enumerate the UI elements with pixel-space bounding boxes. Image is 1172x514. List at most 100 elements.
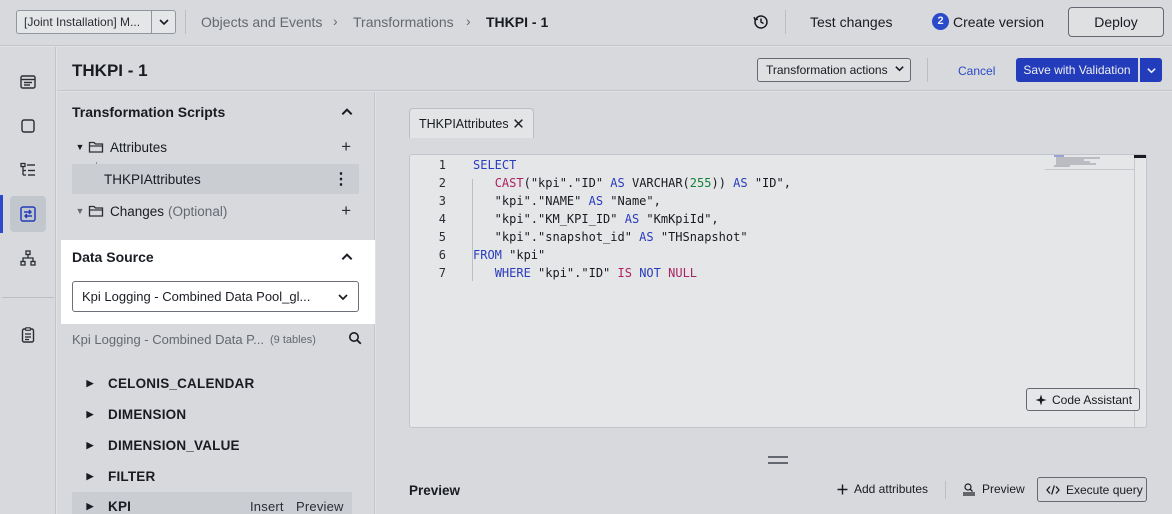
history-icon[interactable]: [752, 13, 770, 31]
chevron-down-icon: [894, 63, 905, 77]
more-options-icon[interactable]: ⋮: [333, 169, 349, 189]
chevron-down-icon: [328, 291, 358, 303]
scrollbar-thumb[interactable]: [1134, 155, 1146, 158]
chevron-up-icon[interactable]: [340, 105, 354, 119]
code-line: WHERE "kpi"."ID" IS NOT NULL: [494, 266, 698, 280]
preview-button-label: Preview: [982, 482, 1025, 496]
caret-right-icon[interactable]: ▶: [72, 409, 108, 420]
caret-down-icon[interactable]: ▼: [72, 142, 88, 152]
cancel-button[interactable]: Cancel: [958, 64, 995, 78]
transformations-icon[interactable]: [10, 196, 46, 232]
minimap-viewport: [1045, 169, 1135, 170]
tree-folder-changes[interactable]: ▼ Changes (Optional) +: [72, 196, 359, 226]
breadcrumb-transformations[interactable]: Transformations: [353, 14, 454, 30]
add-icon[interactable]: +: [341, 137, 351, 157]
line-number: 6: [438, 248, 446, 262]
tree-item-thkpiattributes[interactable]: THKPIAttributes ⋮: [72, 164, 359, 194]
line-number: 5: [438, 230, 446, 244]
preview-title: Preview: [409, 483, 461, 498]
code-icon: [1046, 484, 1060, 496]
preview-link[interactable]: Preview: [296, 499, 344, 514]
tree-label-changes: Changes: [110, 203, 165, 219]
preview-button[interactable]: Preview: [962, 482, 1025, 496]
add-icon[interactable]: +: [341, 201, 351, 221]
deploy-button[interactable]: Deploy: [1068, 7, 1164, 37]
preview-table-icon: [962, 482, 976, 496]
caret-right-icon[interactable]: ▶: [72, 501, 108, 512]
table-row[interactable]: ▶ CELONIS_CALENDAR: [72, 369, 352, 397]
line-number: 2: [438, 176, 446, 190]
code-assistant-button[interactable]: Code Assistant: [1026, 388, 1140, 411]
workspace-select[interactable]: [Joint Installation] M...: [16, 10, 176, 34]
line-number: 1: [438, 158, 446, 172]
code-line: CAST("kpi"."ID" AS VARCHAR(255)) AS "ID"…: [494, 176, 791, 190]
data-source-value: Kpi Logging - Combined Data Pool_gl...: [82, 289, 311, 304]
table-row[interactable]: ▶ DIMENSION: [72, 400, 352, 428]
breadcrumb-separator: ›: [466, 13, 471, 29]
line-number: 4: [438, 212, 446, 226]
chevron-up-icon[interactable]: [340, 250, 354, 264]
table-row[interactable]: ▶ DIMENSION_VALUE: [72, 431, 352, 459]
close-icon[interactable]: [513, 118, 524, 129]
code-line: FROM "kpi": [473, 248, 546, 262]
hierarchy-icon[interactable]: [10, 240, 46, 276]
caret-right-icon[interactable]: ▶: [72, 378, 108, 389]
sql-editor[interactable]: 1 2 3 4 5 6 7 SELECT CAST("kpi"."ID" AS …: [409, 154, 1147, 428]
editor-scrollbar[interactable]: [1134, 155, 1146, 427]
table-row[interactable]: ▶ FILTER: [72, 462, 352, 490]
search-icon[interactable]: [348, 331, 362, 348]
data-source-panel: Data Source Kpi Logging - Combined Data …: [61, 240, 375, 324]
divider: [927, 58, 928, 82]
left-rail: [0, 47, 56, 514]
insert-link[interactable]: Insert: [250, 499, 284, 514]
transformation-scripts-title: Transformation Scripts: [72, 104, 226, 120]
dashboard-icon[interactable]: [10, 64, 46, 100]
divider: [945, 481, 946, 499]
table-name: FILTER: [108, 468, 156, 484]
test-changes-button[interactable]: Test changes: [810, 14, 893, 30]
tab-thkpiattributes[interactable]: THKPIAttributes: [409, 108, 534, 138]
list-tree-icon[interactable]: [10, 152, 46, 188]
save-with-validation-button[interactable]: Save with Validation: [1016, 58, 1138, 82]
tree-label-thkpiattributes: THKPIAttributes: [104, 171, 201, 187]
caret-right-icon[interactable]: ▶: [72, 440, 108, 451]
version-badge: 2: [932, 13, 949, 30]
add-attributes-button[interactable]: Add attributes: [837, 482, 928, 496]
breadcrumb-objects-events[interactable]: Objects and Events: [201, 14, 322, 30]
divider: [185, 10, 186, 34]
line-number: 7: [438, 266, 446, 280]
table-name: KPI: [108, 498, 132, 514]
table-name: DIMENSION_VALUE: [108, 437, 240, 453]
code-assistant-label: Code Assistant: [1052, 392, 1133, 407]
clipboard-icon[interactable]: [10, 317, 46, 353]
execute-query-button[interactable]: Execute query: [1037, 477, 1147, 502]
table-name: DIMENSION: [108, 406, 187, 422]
top-bar: [Joint Installation] M... Objects and Ev…: [0, 0, 1172, 46]
tree-label-optional: (Optional): [168, 203, 228, 219]
create-version-button[interactable]: Create version: [953, 14, 1044, 30]
line-number: 3: [438, 194, 446, 208]
divider: [785, 10, 786, 34]
data-pool-row: Kpi Logging - Combined Data P... (9 tabl…: [72, 332, 362, 347]
folder-icon: [88, 140, 110, 154]
caret-down-icon[interactable]: ▼: [72, 206, 88, 216]
minimap[interactable]: [1054, 155, 1102, 167]
tree-label-attributes: Attributes: [110, 139, 168, 155]
code-line: "kpi"."KM_KPI_ID" AS "KmKpiId",: [473, 212, 719, 226]
main-area: THKPIAttributes 1 2 3 4 5 6 7 SELECT CAS…: [376, 92, 1172, 514]
sparkle-icon: [1035, 394, 1047, 406]
resize-handle[interactable]: [768, 456, 788, 464]
square-icon[interactable]: [10, 108, 46, 144]
chevron-down-icon: [1146, 67, 1156, 73]
active-indicator: [0, 195, 3, 233]
breadcrumb-separator: ›: [333, 13, 338, 29]
page-header: THKPI - 1 Transformation actions Cancel …: [57, 47, 1172, 91]
transformation-actions-button[interactable]: Transformation actions: [757, 58, 911, 82]
tree-folder-attributes[interactable]: ▼ Attributes +: [72, 132, 359, 162]
caret-right-icon[interactable]: ▶: [72, 471, 108, 482]
data-source-select[interactable]: Kpi Logging - Combined Data Pool_gl...: [72, 281, 359, 312]
table-row[interactable]: ▶ KPI Insert Preview: [72, 492, 352, 514]
data-pool-name: Kpi Logging - Combined Data P...: [72, 332, 264, 347]
execute-query-label: Execute query: [1066, 482, 1143, 497]
save-options-button[interactable]: [1140, 58, 1162, 82]
